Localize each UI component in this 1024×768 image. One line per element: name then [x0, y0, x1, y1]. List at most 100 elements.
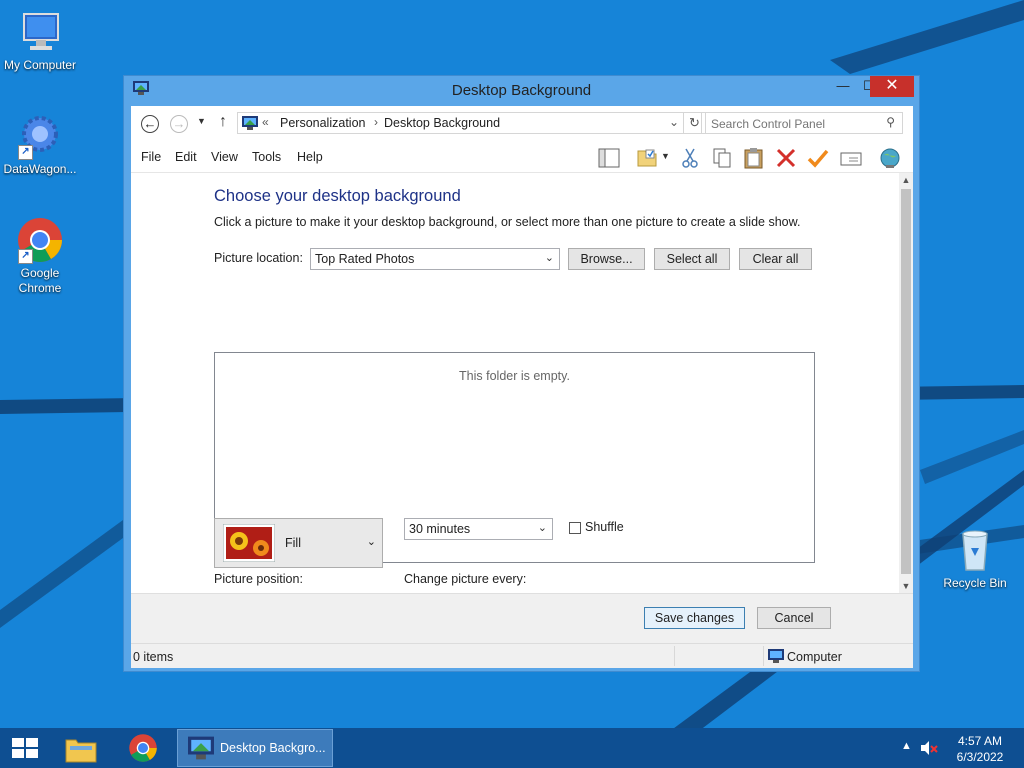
- gear-icon: ↗: [16, 112, 64, 160]
- picture-location-label: Picture location:: [214, 251, 303, 265]
- control-panel-icon: [242, 116, 258, 130]
- title-bar[interactable]: Desktop Background — ☐ ✕: [124, 76, 919, 106]
- menu-help[interactable]: Help: [297, 150, 323, 164]
- breadcrumb-overflow[interactable]: «: [262, 115, 269, 129]
- desktop-icon-label: My Computer: [3, 58, 77, 72]
- windows-start-icon[interactable]: [12, 738, 38, 758]
- clock-date: 6/3/2022: [956, 750, 1004, 764]
- menu-view[interactable]: View: [211, 150, 238, 164]
- layout-icon[interactable]: [597, 147, 621, 169]
- arrow-left-icon: ←: [143, 116, 157, 131]
- scrollbar-thumb[interactable]: [901, 189, 911, 574]
- search-icon[interactable]: ⚲: [886, 115, 895, 129]
- system-clock[interactable]: 4:57 AM 6/3/2022: [944, 733, 1016, 765]
- change-picture-select[interactable]: 30 minutes ⌄: [404, 518, 553, 540]
- page-description: Click a picture to make it your desktop …: [214, 215, 801, 229]
- arrow-up-icon: ↑: [219, 113, 227, 130]
- breadcrumb-personalization[interactable]: Personalization: [280, 116, 365, 130]
- desktop-icon-label: Google Chrome: [18, 266, 62, 295]
- check-icon[interactable]: [806, 147, 830, 169]
- refresh-icon: ↻: [689, 115, 700, 130]
- status-divider: [674, 646, 675, 666]
- properties-icon[interactable]: [839, 147, 863, 169]
- chevron-down-icon: ⌄: [537, 522, 547, 534]
- breadcrumb-desktop-background[interactable]: Desktop Background: [384, 116, 500, 130]
- computer-icon: [16, 8, 64, 56]
- menu-bar: File Edit View Tools Help ▼: [131, 142, 913, 173]
- taskbar: Desktop Backgro... ▲ 4:57 AM 6/3/2022: [0, 728, 1024, 768]
- picture-position-label: Picture position:: [214, 572, 303, 586]
- button-bar: Save changes Cancel: [131, 593, 913, 644]
- change-picture-value: 30 minutes: [409, 522, 471, 536]
- vertical-scrollbar[interactable]: ▲ ▼: [899, 173, 913, 593]
- taskbar-item-label: Desktop Backgro...: [220, 741, 326, 755]
- minimize-button[interactable]: —: [830, 76, 856, 97]
- status-bar: 0 items Computer: [131, 643, 913, 668]
- menu-edit[interactable]: Edit: [175, 150, 197, 164]
- globe-icon[interactable]: [878, 147, 902, 169]
- desktop-icon-my-computer[interactable]: My Computer: [0, 8, 80, 73]
- cancel-button[interactable]: Cancel: [757, 607, 831, 629]
- volume-muted-icon[interactable]: [920, 740, 938, 756]
- paste-icon[interactable]: [742, 147, 766, 169]
- scroll-up-icon[interactable]: ▲: [899, 175, 913, 185]
- copy-icon[interactable]: [710, 147, 734, 169]
- taskbar-item-desktop-background[interactable]: Desktop Backgro...: [177, 729, 333, 767]
- file-explorer-icon[interactable]: [64, 734, 98, 764]
- window-title: Desktop Background: [451, 82, 592, 99]
- shuffle-checkbox[interactable]: [569, 522, 581, 534]
- folder-icon[interactable]: [635, 147, 659, 169]
- change-picture-label: Change picture every:: [404, 572, 527, 586]
- desktop-icon-label: DataWagon...: [3, 162, 77, 176]
- forward-button[interactable]: →: [170, 115, 188, 133]
- clear-all-button[interactable]: Clear all: [739, 248, 812, 270]
- delete-icon[interactable]: [774, 147, 798, 169]
- chevron-down-icon: ⌄: [544, 252, 554, 264]
- arrow-right-icon: →: [172, 116, 186, 131]
- chevron-down-icon: ▼: [197, 116, 206, 126]
- picture-location-value: Top Rated Photos: [315, 252, 415, 266]
- shortcut-arrow-icon: ↗: [18, 145, 33, 160]
- menu-tools[interactable]: Tools: [252, 150, 281, 164]
- desktop-icon-recycle-bin[interactable]: Recycle Bin: [935, 526, 1015, 591]
- search-box: ⚲: [701, 112, 903, 134]
- folder-dropdown-icon[interactable]: ▼: [661, 151, 670, 161]
- desktop-icon-label: Recycle Bin: [943, 576, 1007, 590]
- shuffle-label: Shuffle: [585, 520, 624, 534]
- page-title: Choose your desktop background: [214, 187, 461, 205]
- menu-file[interactable]: File: [141, 150, 161, 164]
- status-divider: [763, 646, 764, 666]
- search-input[interactable]: [709, 116, 883, 132]
- chevron-down-icon: ⌄: [668, 115, 679, 129]
- show-hidden-icons-icon[interactable]: ▲: [901, 740, 912, 752]
- desktop-icon-chrome[interactable]: ↗ Google Chrome: [0, 216, 80, 296]
- scroll-down-icon[interactable]: ▼: [899, 581, 913, 591]
- select-all-button[interactable]: Select all: [654, 248, 730, 270]
- breadcrumb-separator[interactable]: ›: [374, 115, 378, 129]
- computer-icon: [768, 649, 784, 663]
- chevron-down-icon: ⌄: [366, 536, 376, 548]
- recent-locations-dropdown[interactable]: ▼: [197, 116, 206, 126]
- fill-preview-icon: [223, 524, 275, 562]
- picture-position-select[interactable]: Fill ⌄: [214, 518, 383, 568]
- shortcut-arrow-icon: ↗: [18, 249, 33, 264]
- navigation-bar: ← → ▼ ↑ « Personalization › Desktop Back…: [131, 106, 913, 142]
- cut-icon[interactable]: [678, 147, 702, 169]
- clock-time: 4:57 AM: [957, 734, 1003, 748]
- item-count: 0 items: [133, 650, 174, 664]
- close-button[interactable]: ✕: [870, 76, 914, 97]
- browse-button[interactable]: Browse...: [568, 248, 645, 270]
- status-location: Computer: [787, 650, 842, 664]
- up-button[interactable]: ↑: [219, 113, 227, 131]
- chrome-icon: ↗: [16, 216, 64, 264]
- address-dropdown-button[interactable]: ⌄: [669, 115, 679, 129]
- picture-position-value: Fill: [285, 536, 301, 550]
- chrome-icon[interactable]: [128, 733, 158, 763]
- empty-folder-message: This folder is empty.: [459, 369, 570, 383]
- save-changes-button[interactable]: Save changes: [644, 607, 745, 629]
- desktop-background-window: Desktop Background — ☐ ✕ ← → ▼ ↑ « Perso…: [123, 75, 920, 672]
- address-bar[interactable]: « Personalization › Desktop Background ⌄: [237, 112, 684, 134]
- desktop-icon-datawagon[interactable]: ↗ DataWagon...: [0, 112, 80, 177]
- back-button[interactable]: ←: [141, 115, 159, 133]
- picture-location-select[interactable]: Top Rated Photos ⌄: [310, 248, 560, 270]
